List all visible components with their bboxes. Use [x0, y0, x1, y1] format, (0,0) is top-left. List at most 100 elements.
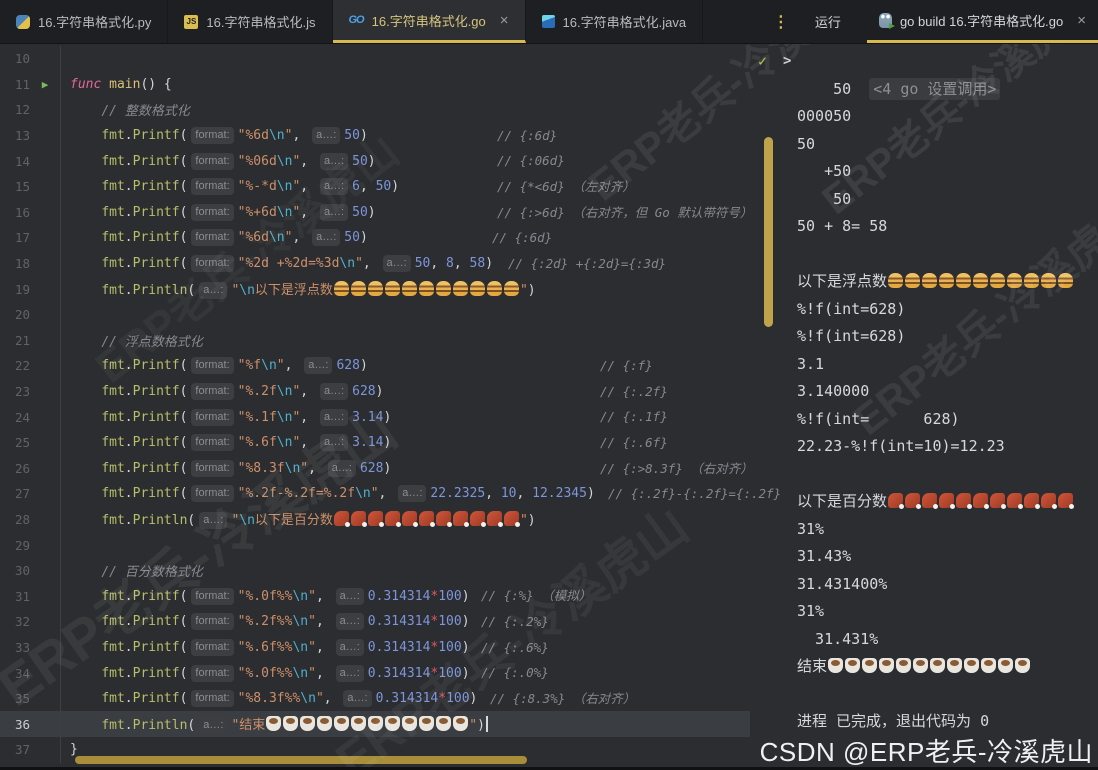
meat-emoji [922, 493, 939, 509]
code-line[interactable]: 18 fmt.Printf(format: "%2d +%2d=%3d\n", a… [0, 250, 750, 277]
gutter-run-column [30, 353, 61, 379]
code-comment: // {:>6d} （右对齐，但 Go 默认带符号） [497, 204, 753, 220]
code-line[interactable]: 31 fmt.Printf(format: "%.0f%%\n", a…: 0.31… [0, 583, 750, 610]
parameter-hint: a…: [319, 203, 349, 221]
gutter-run-column [30, 97, 61, 123]
code-line[interactable]: 35 fmt.Printf(format: "%8.3f%%\n", a…: 0.3… [0, 685, 750, 712]
run-main-icon[interactable]: ▶ [42, 78, 49, 91]
coffee-emoji [896, 658, 912, 673]
console-line: 31.43% [797, 547, 852, 565]
parameter-hint: a…: [398, 485, 427, 503]
code-line[interactable]: 11 ▶ func main() { [0, 71, 750, 98]
burger-emoji [452, 281, 468, 297]
close-tab-icon[interactable]: × [500, 13, 509, 28]
run-config-tab[interactable]: go build 16.字符串格式化.go × [866, 0, 1098, 43]
meat-emoji [1041, 493, 1058, 509]
code-line[interactable]: 15 fmt.Printf(format: "%-*d\n", a…: 6, 50)… [0, 173, 750, 200]
code-line[interactable]: 33 fmt.Printf(format: "%.6f%%\n", a…: 0.31… [0, 634, 750, 661]
code-line[interactable]: 24 fmt.Printf(format: "%.1f\n", a…: 3.14) /… [0, 404, 750, 430]
meat-emoji [990, 493, 1007, 509]
code-comment: // {:6d} [497, 127, 558, 143]
console-command: <4 go 设置调用> [869, 77, 1001, 100]
console-line: 31% [797, 519, 825, 538]
tab-python-file[interactable]: 16.字符串格式化.py [0, 0, 169, 43]
code-line[interactable]: 22 fmt.Printf(format: "%f\n", a…: 628)// {… [0, 353, 750, 379]
code-line[interactable]: 28 fmt.Println(a…: "\n以下是百分数 ") [0, 506, 750, 533]
code-line[interactable]: 27 fmt.Printf(format: "%.2f-%.2f=%.2f\n",… [0, 481, 781, 507]
parameter-hint: format: [191, 203, 234, 221]
code-line[interactable]: 25 fmt.Printf(format: "%.6f\n", a…: 3.14) /… [0, 429, 750, 456]
run-toolwindow-title[interactable]: 运行 [815, 12, 841, 31]
line-number: 24 [14, 409, 30, 425]
burger-emoji [922, 273, 938, 288]
run-tab-label: go build 16.字符串格式化.go [899, 13, 1064, 29]
parameter-hint: format: [191, 383, 234, 401]
tab-label: 16.字符串格式化.go [371, 13, 486, 29]
line-number: 12 [14, 102, 30, 118]
line-number: 19 [14, 281, 30, 297]
console-line: 31% [797, 602, 825, 620]
tab-go-file-active[interactable]: GO 16.字符串格式化.go × [332, 0, 526, 43]
meat-emoji [435, 511, 452, 528]
coffee-emoji [266, 716, 282, 732]
code-line[interactable]: 10 [0, 46, 750, 72]
console-line: 3.140000 [797, 382, 870, 400]
code-line[interactable]: 26 fmt.Printf(format: "%8.3f\n", a…: 628) /… [0, 455, 753, 482]
burger-emoji [469, 281, 485, 297]
gutter-run-column [30, 378, 61, 405]
code-line[interactable]: 23 fmt.Printf(format: "%.2f\n", a…: 628)//… [0, 378, 750, 405]
editor-horizontal-scrollbar[interactable] [75, 756, 527, 764]
line-number: 23 [14, 384, 30, 400]
code-comment: // {:.2f} [600, 383, 668, 399]
meat-emoji [956, 493, 973, 509]
parameter-hint: a…: [319, 152, 349, 170]
text-caret [485, 716, 488, 733]
more-options-icon[interactable]: ⋮ [745, 12, 815, 32]
code-line[interactable]: 17 fmt.Printf(format: "%6d\n", a…: 50)// {… [0, 225, 750, 251]
code-line[interactable]: 19 fmt.Println(a…: "\n以下是浮点数 ") [0, 276, 750, 302]
code-line[interactable]: 30 // 百分数格式化 [0, 557, 750, 584]
code-line[interactable]: 13 fmt.Printf(format: "%6d\n", a…: 50)// {… [0, 122, 750, 149]
meat-emoji [503, 511, 520, 528]
gutter-run-column [30, 199, 61, 226]
code-editor[interactable]: 10 11 ▶ func main() {12 // 整数格式化 13 fmt.Prin… [0, 44, 781, 770]
tab-js-file[interactable]: JS 16.字符串格式化.js [168, 0, 333, 43]
coffee-emoji [981, 658, 997, 673]
code-line[interactable]: 29 [0, 532, 750, 558]
gutter-run-column [30, 173, 61, 200]
code-line[interactable]: 32 fmt.Printf(format: "%.2f%%\n", a…: 0.31… [0, 609, 750, 635]
code-line[interactable]: 34 fmt.Printf(format: "%.0f%%\n", a…: 0.31… [0, 660, 750, 686]
gutter-run-column [30, 506, 61, 533]
close-run-tab-icon[interactable]: × [1077, 13, 1086, 28]
code-line[interactable]: 21 // 浮点数格式化 [0, 327, 750, 354]
code-line[interactable]: 14 fmt.Printf(format: "%06d\n", a…: 50)// … [0, 148, 750, 174]
code-comment: // {:.2%} [481, 614, 549, 630]
console-line: 以下是浮点数 [797, 268, 1098, 296]
meat-emoji [350, 511, 367, 528]
coffee-emoji [913, 658, 929, 673]
code-line[interactable]: 16 fmt.Printf(format: "%+6d\n", a…: 50)// … [0, 199, 753, 226]
code-line[interactable]: 12 // 整数格式化 [0, 97, 750, 123]
parameter-hint: format: [191, 434, 234, 452]
run-console[interactable]: ✓ > <4 go 设置调用> 50 000050 50 +50 50 50 + 8=… [750, 44, 1098, 770]
parameter-hint: a…: [335, 613, 364, 631]
console-line: %!f(int=628) [797, 327, 906, 345]
parameter-hint: a…: [312, 229, 341, 247]
editor-vertical-scrollbar[interactable] [764, 137, 773, 327]
burger-emoji [486, 281, 502, 297]
coffee-emoji [351, 716, 367, 732]
console-line: 结束 [797, 653, 1098, 681]
burger-emoji [418, 281, 434, 297]
tab-java-file[interactable]: 16.字符串格式化.java [526, 0, 704, 43]
tab-label: 16.字符串格式化.js [206, 15, 316, 30]
gutter-run-column [30, 737, 61, 763]
meat-emoji [333, 511, 350, 528]
console-prompt-chevron-icon: > [783, 53, 792, 69]
success-check-icon: ✓ [758, 52, 768, 70]
parameter-hint: a…: [304, 357, 333, 375]
gutter-run-column [30, 429, 61, 456]
code-line[interactable]: 36 fmt.Println(a…: "结束 ") [0, 711, 750, 738]
code-line[interactable]: 20 [0, 301, 750, 328]
line-number: 36 [14, 716, 30, 732]
